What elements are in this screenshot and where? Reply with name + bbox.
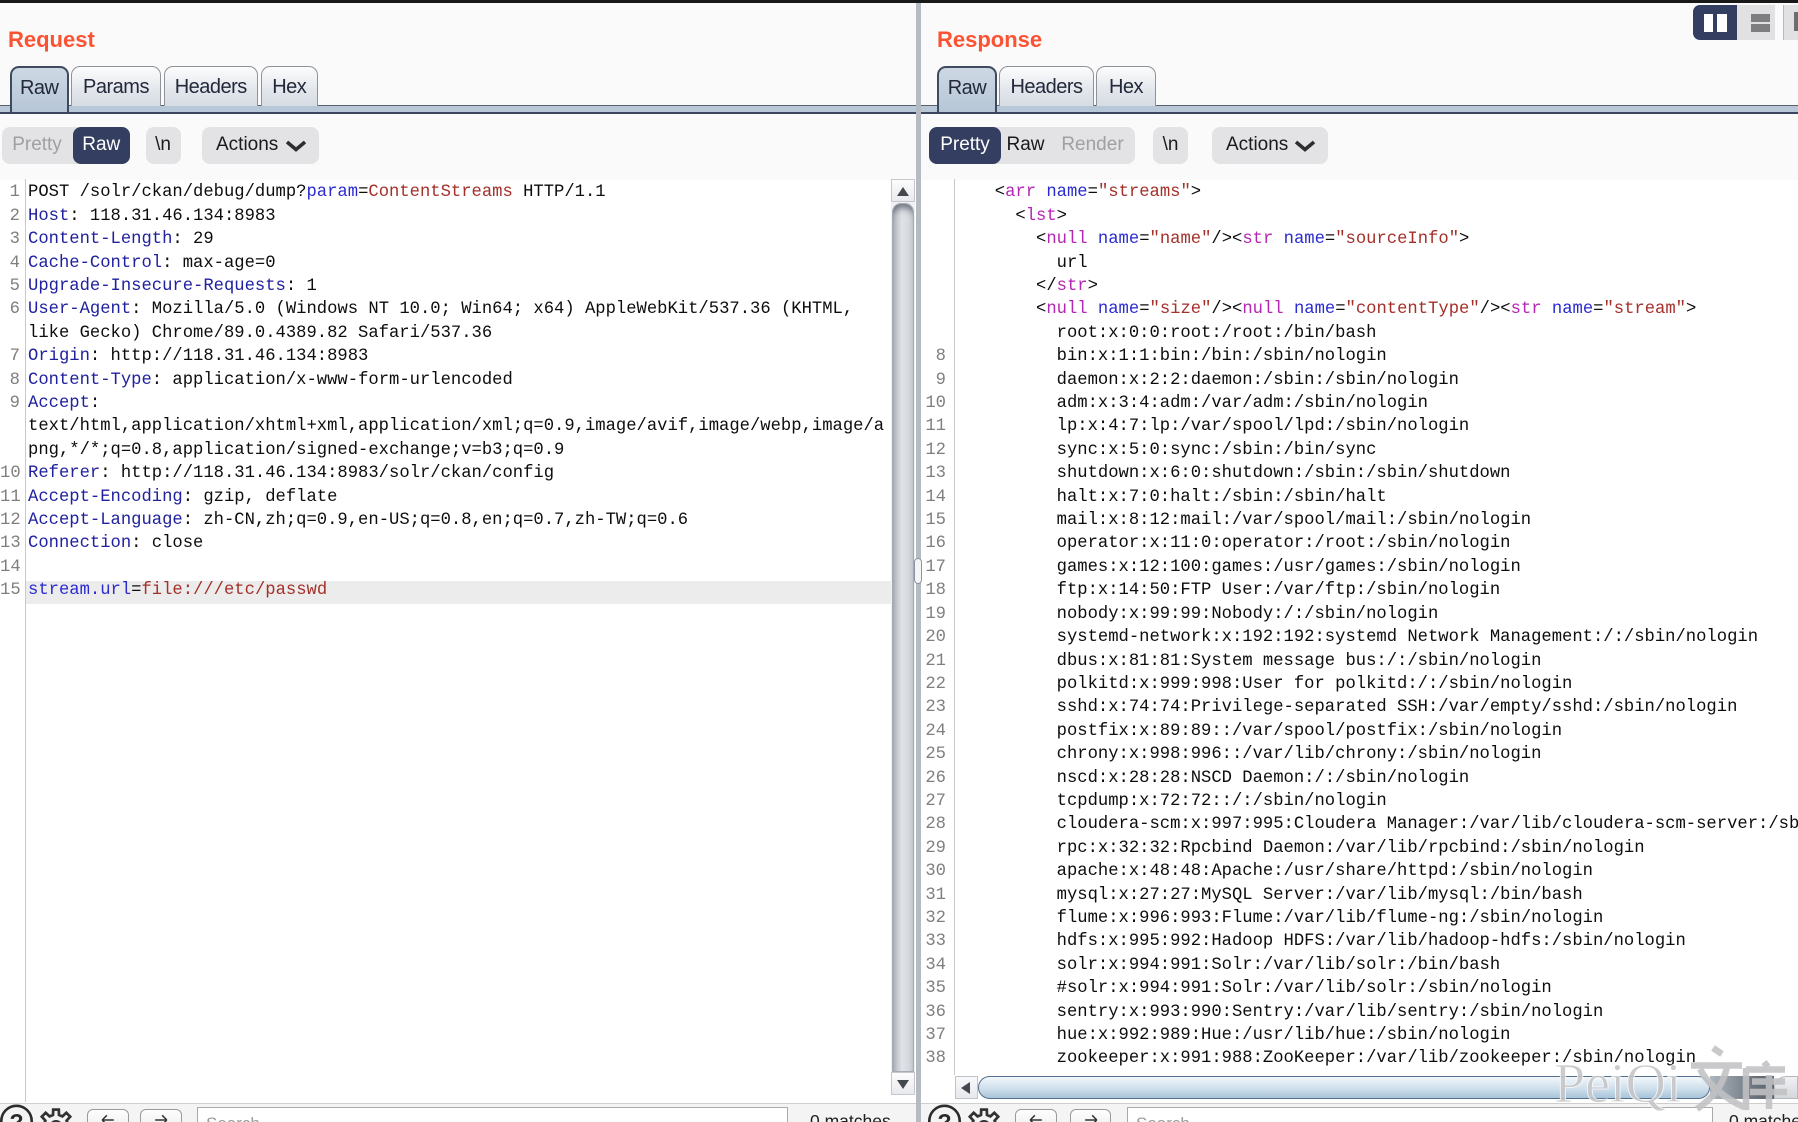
svg-text:?: ? [937,1109,951,1122]
svg-text:PeiQi: PeiQi [1554,1053,1682,1115]
svg-text:?: ? [9,1109,23,1122]
